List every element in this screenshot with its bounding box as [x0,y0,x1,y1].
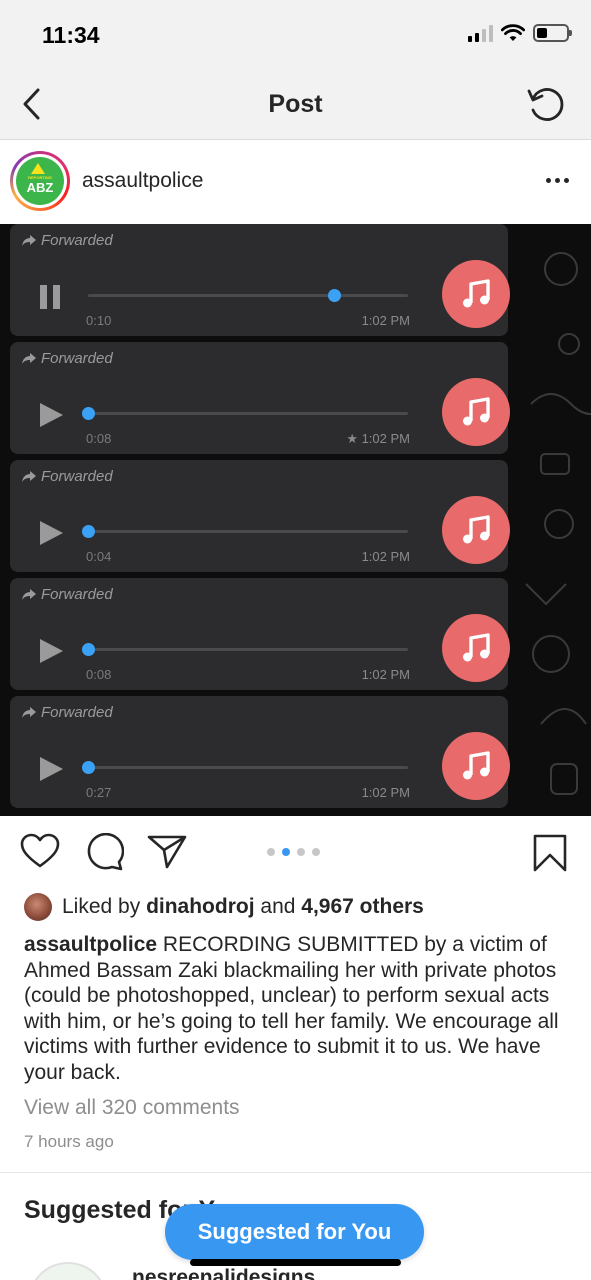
post-actions [0,816,591,888]
status-bar: 11:34 [0,0,591,70]
message-time: ★ 1:02 PM [346,431,410,446]
message-time: 1:02 PM [361,667,410,682]
forward-icon [22,353,36,364]
wifi-icon [501,24,525,41]
likes-others[interactable]: 4,967 others [301,895,424,919]
audio-progress-track[interactable] [88,289,408,302]
play-icon[interactable] [36,754,66,784]
post-caption: assaultpolice RECORDING SUBMITTED by a v… [24,932,569,1085]
voice-message[interactable]: Forwarded 0:27 1:02 PM [10,696,510,808]
audio-progress-track[interactable] [82,525,408,538]
audio-progress-knob[interactable] [82,525,95,538]
voice-message[interactable]: Forwarded 0:08 ★ 1:02 PM [10,342,510,454]
comment-icon[interactable] [84,833,124,871]
carousel-dot [312,848,320,856]
forwarded-label: Forwarded [22,704,113,721]
caption-username[interactable]: assaultpolice [24,933,157,956]
message-time: 1:02 PM [361,549,410,564]
play-icon[interactable] [36,636,66,666]
avatar-logo: REPORTING ABZ [16,157,64,205]
refresh-icon[interactable] [525,83,567,125]
voice-message[interactable]: Forwarded 0:08 1:02 PM [10,578,510,690]
forwarded-label: Forwarded [22,232,113,249]
music-note-icon [442,378,510,446]
audio-progress-knob[interactable] [82,643,95,656]
nav-bar: Post [0,70,591,140]
post-media[interactable]: Forwarded 0:10 1:02 PM Forwarded 0:08 ★ 1:02 … [0,224,591,816]
status-time: 11:34 [42,22,100,48]
chat-wallpaper-doodle [525,252,591,795]
music-note-icon [442,732,510,800]
likes-middle: and [254,895,302,918]
share-icon[interactable] [147,833,187,869]
forward-icon [22,589,36,600]
view-comments-link[interactable]: View all 320 comments [24,1096,240,1120]
voice-message[interactable]: Forwarded 0:04 1:02 PM [10,460,510,572]
status-icons [468,24,572,42]
audio-duration: 0:10 [86,313,112,328]
audio-progress-track[interactable] [82,761,408,774]
avatar-text: ABZ [26,180,54,195]
pause-icon[interactable] [36,282,66,312]
audio-progress-knob[interactable] [82,761,95,774]
audio-duration: 0:27 [86,785,112,800]
audio-duration: 0:04 [86,549,112,564]
forwarded-label: Forwarded [22,586,113,603]
carousel-indicator [267,848,320,856]
music-note-icon [442,496,510,564]
signal-icon [468,24,493,42]
page-title: Post [268,90,323,118]
post-username[interactable]: assaultpolice [82,169,203,193]
avatar[interactable]: REPORTING ABZ [10,151,70,211]
forward-icon [22,471,36,482]
forward-icon [22,235,36,246]
divider [0,1172,591,1173]
play-icon[interactable] [36,400,66,430]
bookmark-icon[interactable] [532,833,568,873]
carousel-dot [297,848,305,856]
forwarded-label: Forwarded [22,468,113,485]
music-note-icon [442,260,510,328]
audio-progress-knob[interactable] [82,407,95,420]
suggested-for-you-button[interactable]: Suggested for You [165,1204,424,1260]
battery-icon [533,24,572,42]
liker-avatar [24,893,52,921]
more-options-icon[interactable] [546,178,569,183]
likes-line[interactable]: Liked by dinahodroj and 4,967 others [24,892,424,922]
suggested-account-name[interactable]: nesreenalidesigns [132,1266,315,1280]
post-timestamp: 7 hours ago [24,1132,114,1151]
heart-icon[interactable] [20,833,60,869]
home-indicator [190,1259,401,1266]
forward-icon [22,707,36,718]
voice-message[interactable]: Forwarded 0:10 1:02 PM [10,224,510,336]
audio-progress-track[interactable] [82,643,408,656]
message-time: 1:02 PM [361,785,410,800]
audio-duration: 0:08 [86,667,112,682]
liker-username[interactable]: dinahodroj [146,895,255,919]
message-time: 1:02 PM [361,313,410,328]
music-note-icon [442,614,510,682]
post-header: REPORTING ABZ assaultpolice [0,140,591,224]
audio-progress-track[interactable] [82,407,408,420]
warning-icon [31,163,45,174]
likes-prefix: Liked by [62,895,147,918]
play-icon[interactable] [36,518,66,548]
carousel-dot [282,848,290,856]
audio-progress-knob[interactable] [328,289,342,302]
audio-duration: 0:08 [86,431,112,446]
carousel-dot [267,848,275,856]
suggested-account-avatar[interactable] [28,1262,108,1280]
forwarded-label: Forwarded [22,350,113,367]
